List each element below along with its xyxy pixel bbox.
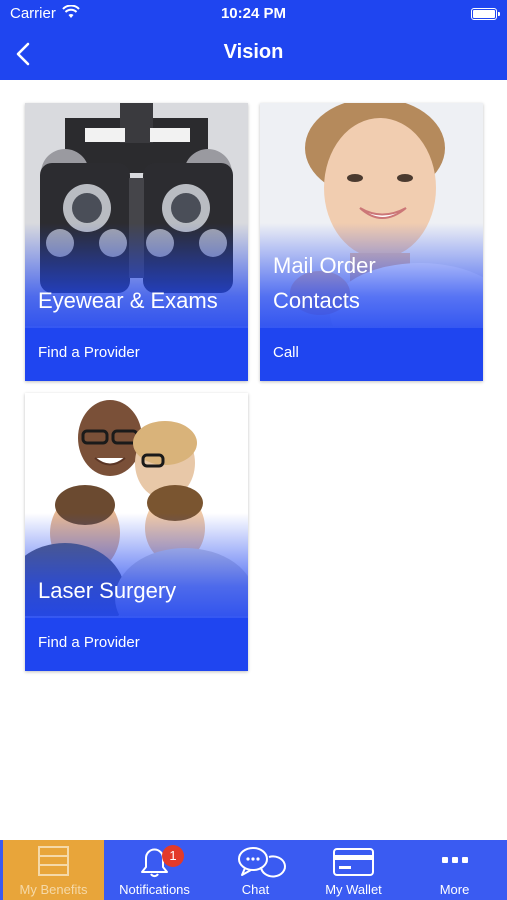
list-icon (38, 846, 69, 876)
clock: 10:24 PM (220, 5, 287, 22)
tab-my-benefits[interactable]: My Benefits (3, 840, 104, 900)
page-title: Vision (223, 41, 284, 63)
tab-more[interactable]: More (404, 840, 505, 900)
tile-title: Laser Surgery (38, 578, 177, 603)
find-provider-link[interactable]: Find a Provider (38, 634, 140, 651)
tile-title: Eyewear & Exams (38, 288, 218, 313)
tab-label: Notifications (119, 882, 190, 897)
tile-title-line2: Contacts (273, 288, 360, 313)
card-icon (333, 848, 374, 876)
tab-chat[interactable]: Chat (205, 840, 306, 900)
bell-icon (141, 848, 168, 878)
battery-icon (471, 8, 500, 20)
tab-my-wallet[interactable]: My Wallet (303, 840, 404, 900)
nav-bar: Vision (0, 28, 507, 80)
status-bar: Carrier 10:24 PM (0, 0, 507, 28)
tile-eyewear-exams[interactable]: Eyewear & Exams Find a Provider (25, 103, 248, 381)
tile-footer: Call (260, 328, 483, 381)
tab-label: My Benefits (19, 882, 88, 897)
tile-title-line1: Mail Order (273, 253, 376, 278)
tab-label: My Wallet (325, 882, 382, 897)
tile-footer: Find a Provider (25, 328, 248, 381)
tab-notifications[interactable]: Notifications (104, 840, 205, 900)
more-dots-icon (442, 857, 468, 863)
tile-footer: Find a Provider (25, 618, 248, 671)
chat-icon (238, 847, 286, 878)
tile-laser-surgery[interactable]: Laser Surgery Find a Provider (25, 393, 248, 671)
find-provider-link[interactable]: Find a Provider (38, 344, 140, 361)
notification-badge: 1 (162, 845, 184, 867)
call-link[interactable]: Call (273, 344, 299, 361)
tab-bar: My Benefits Notifications Chat My Wallet (0, 840, 507, 900)
tab-label: Chat (241, 882, 270, 897)
tile-mail-order-contacts[interactable]: Mail Order Contacts Call (260, 103, 483, 381)
tab-label: More (439, 882, 470, 897)
